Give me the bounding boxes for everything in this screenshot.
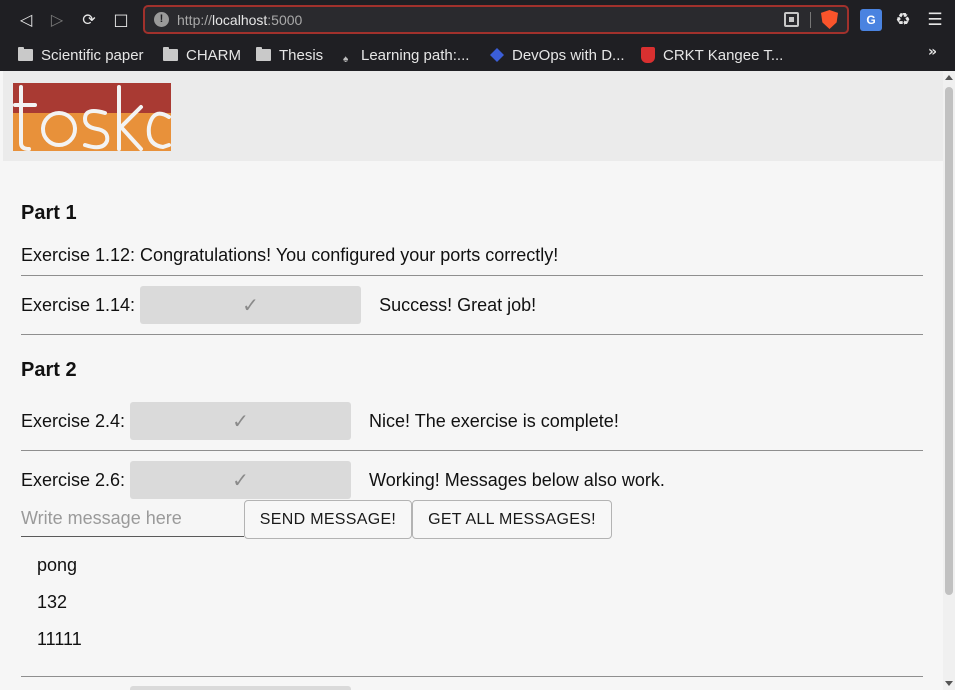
translate-icon[interactable]: G (860, 9, 882, 31)
exercise-2-4-message: Nice! The exercise is complete! (369, 410, 619, 431)
divider (21, 450, 923, 451)
message-item: 11111 (37, 629, 82, 649)
exercise-1-12-text: Exercise 1.12: Congratulations! You conf… (21, 244, 559, 265)
exercise-1-14-label: Exercise 1.14: (21, 294, 136, 315)
divider (21, 275, 923, 276)
scroll-down-icon[interactable] (945, 681, 953, 686)
exercise-1-12: Exercise 1.12: Congratulations! You conf… (21, 236, 563, 274)
checkmark-icon: ✓ (242, 293, 259, 317)
page-header (3, 71, 943, 161)
brave-shields-icon[interactable] (821, 10, 838, 29)
divider (21, 334, 923, 335)
qr-code-icon[interactable] (784, 12, 799, 27)
exercise-1-14: Exercise 1.14: ✓ Success! Great job! (21, 286, 536, 324)
learning-path-icon (343, 49, 353, 61)
toska-logo (13, 83, 171, 151)
bookmark-thesis[interactable]: Thesis (256, 44, 323, 66)
folder-icon (18, 47, 33, 61)
scroll-up-icon[interactable] (945, 75, 953, 80)
section-title-part-2: Part 2 (21, 359, 77, 381)
message-input[interactable] (21, 500, 244, 537)
folder-icon (163, 47, 178, 61)
bookmark-charm[interactable]: CHARM (163, 44, 241, 66)
bookmark-learning-path[interactable]: Learning path:... (343, 44, 469, 66)
exercise-1-14-message: Success! Great job! (379, 294, 537, 315)
message-list: pong 132 11111 (37, 547, 82, 658)
exercise-2-4-label: Exercise 2.4: (21, 410, 126, 431)
checkmark-icon: ✓ (232, 468, 249, 492)
checkmark-icon: ✓ (232, 409, 249, 433)
bookmark-scientific-paper[interactable]: Scientific paper (18, 44, 144, 66)
get-all-messages-button[interactable]: GET ALL MESSAGES! (412, 500, 612, 539)
url-bar[interactable]: ! http://localhost:5000 (143, 5, 849, 34)
reload-icon[interactable]: ⟳ (77, 8, 101, 32)
url-text[interactable]: http://localhost:5000 (177, 12, 302, 28)
exercise-2-4-status: ✓ (130, 402, 352, 440)
send-message-button[interactable]: SEND MESSAGE! (244, 500, 412, 539)
divider (21, 676, 923, 677)
back-icon[interactable]: ◁ (14, 8, 38, 32)
extensions-icon[interactable]: ♻ (892, 9, 914, 31)
message-item: 132 (37, 592, 68, 612)
crkt-icon (641, 47, 655, 63)
exercise-1-14-status: ✓ (140, 286, 362, 324)
devops-icon (490, 48, 504, 62)
folder-icon (256, 47, 271, 61)
site-info-icon[interactable]: ! (154, 12, 169, 27)
bookmark-crkt[interactable]: CRKT Kangee T... (641, 44, 783, 66)
bookmarks-bar: Scientific paper CHARM Thesis Learning p… (0, 40, 955, 71)
scroll-thumb[interactable] (945, 87, 953, 595)
next-exercise-status (130, 686, 351, 690)
exercise-2-4: Exercise 2.4: ✓ Nice! The exercise is co… (21, 402, 619, 440)
exercise-2-6: Exercise 2.6: ✓ Working! Messages below … (21, 461, 665, 499)
exercise-2-6-status: ✓ (130, 461, 352, 499)
bookmarks-overflow-icon[interactable]: » (928, 44, 937, 60)
page-scrollbar[interactable] (943, 71, 955, 690)
exercise-2-6-label: Exercise 2.6: (21, 469, 126, 490)
menu-icon[interactable]: ☰ (924, 9, 946, 31)
section-title-part-1: Part 1 (21, 202, 77, 224)
page-viewport: Part 1 Exercise 1.12: Congratulations! Y… (3, 71, 943, 690)
url-separator (810, 12, 811, 28)
bookmark-devops[interactable]: DevOps with D... (490, 44, 625, 66)
exercise-2-6-message: Working! Messages below also work. (369, 469, 665, 490)
browser-toolbar: ◁ ▷ ⟳ □ ! http://localhost:5000 G ♻ ☰ (0, 0, 955, 40)
bookmark-icon[interactable]: □ (109, 8, 133, 32)
forward-icon[interactable]: ▷ (45, 8, 69, 32)
message-item: pong (37, 555, 78, 575)
